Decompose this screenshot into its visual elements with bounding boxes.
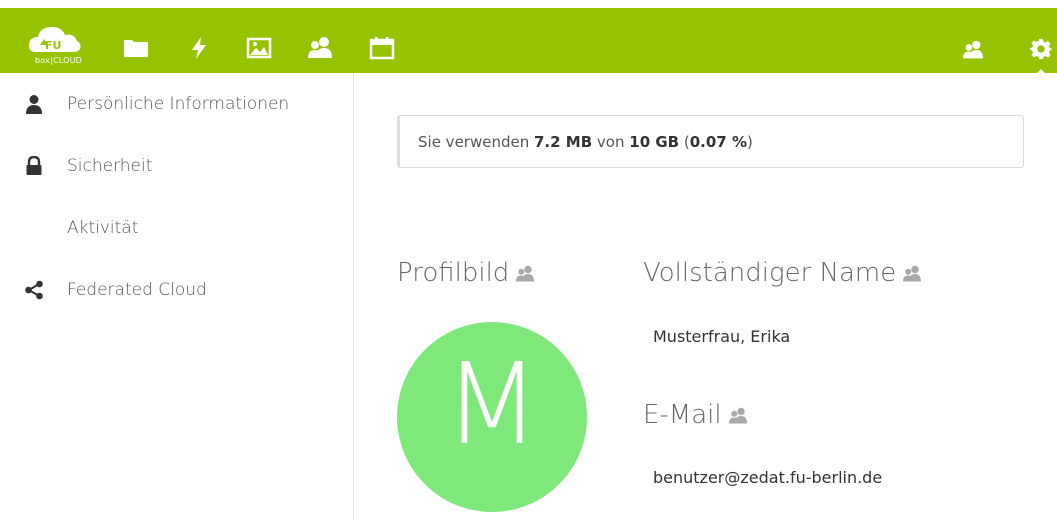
storage-quota-box: Sie verwenden 7.2 MB von 10 GB (0.07 %) xyxy=(397,115,1024,168)
full-name-title: Vollständiger Name xyxy=(643,258,897,288)
quota-percent: 0.07 % xyxy=(689,133,747,151)
contacts-users-icon[interactable] xyxy=(962,40,984,60)
full-name-value[interactable]: Musterfrau, Erika xyxy=(653,327,790,346)
profile-picture-title: Profilbild xyxy=(397,258,510,288)
quota-total: 10 GB xyxy=(629,133,680,151)
lock-icon xyxy=(24,156,44,176)
quota-prefix: Sie verwenden xyxy=(418,133,534,151)
quota-close: ) xyxy=(747,133,753,151)
settings-sidebar: Persönliche Informationen Sicherheit Akt… xyxy=(0,73,354,520)
email-value[interactable]: benutzer@zedat.fu-berlin.de xyxy=(653,468,882,487)
activity-bolt-icon[interactable] xyxy=(186,36,212,60)
full-name-heading: Vollständiger Name xyxy=(643,258,922,288)
storage-quota-text: Sie verwenden 7.2 MB von 10 GB (0.07 %) xyxy=(418,133,753,151)
gallery-image-icon[interactable] xyxy=(246,36,272,60)
files-folder-icon[interactable] xyxy=(123,36,149,60)
sidebar-item-security[interactable]: Sicherheit xyxy=(0,146,352,186)
federation-scope-icon[interactable] xyxy=(515,265,535,283)
email-heading: E-Mail xyxy=(643,400,748,430)
settings-gear-icon[interactable] xyxy=(1030,38,1052,60)
sidebar-item-activity[interactable]: Aktivität xyxy=(0,208,352,248)
avatar[interactable]: M xyxy=(397,322,587,512)
avatar-letter: M xyxy=(443,340,541,470)
sidebar-item-personal-info[interactable]: Persönliche Informationen xyxy=(0,84,352,124)
calendar-icon[interactable] xyxy=(369,36,395,60)
quota-mid: von xyxy=(592,133,630,151)
quota-used: 7.2 MB xyxy=(534,133,593,151)
federation-scope-icon[interactable] xyxy=(728,407,748,425)
email-title: E-Mail xyxy=(643,400,722,430)
share-icon xyxy=(24,280,44,300)
profile-picture-heading: Profilbild xyxy=(397,258,535,288)
svg-text:FU: FU xyxy=(45,39,61,52)
federation-scope-icon[interactable] xyxy=(902,265,922,283)
active-menu-caret xyxy=(1029,69,1053,81)
user-icon xyxy=(24,94,44,114)
top-header-bar: FU box|CLOUD xyxy=(0,0,1057,81)
sidebar-item-federated-cloud[interactable]: Federated Cloud xyxy=(0,270,352,310)
sidebar-item-label: Aktivität xyxy=(67,218,139,238)
sidebar-item-label: Federated Cloud xyxy=(67,280,207,300)
logo-text: box|CLOUD xyxy=(35,56,83,65)
quota-open: ( xyxy=(679,133,690,151)
sidebar-item-label: Persönliche Informationen xyxy=(67,94,290,114)
sidebar-item-label: Sicherheit xyxy=(67,156,153,176)
contacts-users-icon[interactable] xyxy=(307,36,333,60)
